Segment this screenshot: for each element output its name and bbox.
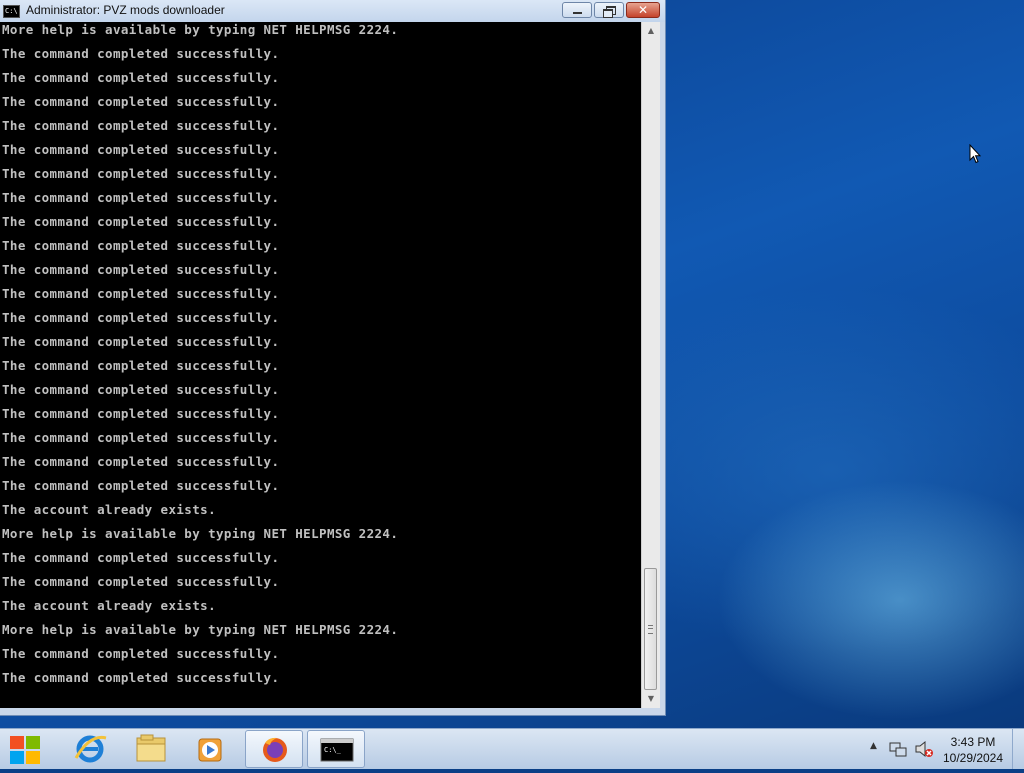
console-line: The command completed successfully. — [2, 46, 280, 61]
windows-logo-icon-green — [26, 736, 40, 749]
taskbar-media-player[interactable] — [181, 730, 239, 768]
restore-icon-front — [603, 9, 613, 18]
vertical-scrollbar[interactable]: ▲ ▼ — [641, 22, 660, 708]
scroll-down-arrow-icon[interactable]: ▼ — [642, 690, 660, 708]
console-line: The command completed successfully. — [2, 142, 280, 157]
start-button[interactable] — [8, 735, 42, 765]
volume-muted-icon[interactable] — [914, 739, 934, 759]
console-icon-text: C:\ — [5, 7, 18, 15]
console-line: More help is available by typing NET HEL… — [2, 22, 399, 37]
console-line: The command completed successfully. — [2, 118, 280, 133]
clock-time: 3:43 PM — [950, 735, 996, 749]
console-line: The command completed successfully. — [2, 358, 280, 373]
close-icon: ✕ — [637, 3, 649, 17]
show-hidden-icons-icon[interactable]: ▲ — [870, 741, 877, 751]
taskbar-internet-explorer[interactable] — [62, 730, 120, 768]
console-window[interactable]: C:\ Administrator: PVZ mods downloader ✕… — [0, 0, 666, 716]
console-line: The command completed successfully. — [2, 262, 280, 277]
network-icon[interactable] — [888, 739, 908, 759]
console-line: The command completed successfully. — [2, 550, 280, 565]
window-titlebar[interactable]: C:\ Administrator: PVZ mods downloader ✕ — [0, 0, 665, 22]
console-line: The command completed successfully. — [2, 70, 280, 85]
clock-date: 10/29/2024 — [942, 751, 1004, 765]
show-desktop-button[interactable] — [1012, 729, 1024, 769]
console-line: The command completed successfully. — [2, 382, 280, 397]
console-line: The command completed successfully. — [2, 286, 280, 301]
console-line: The command completed successfully. — [2, 454, 280, 469]
thumb-grip-icon — [648, 625, 653, 634]
console-line: The command completed successfully. — [2, 166, 280, 181]
minimize-icon — [573, 12, 582, 14]
taskbar-file-explorer[interactable] — [121, 730, 179, 768]
file-explorer-icon — [136, 734, 166, 762]
console-line: The command completed successfully. — [2, 406, 280, 421]
console-line: More help is available by typing NET HEL… — [2, 622, 399, 637]
console-app-icon[interactable]: C:\ — [3, 5, 20, 18]
firefox-icon — [263, 737, 287, 762]
minimize-button[interactable] — [562, 2, 592, 18]
console-line: The command completed successfully. — [2, 670, 280, 685]
taskbar-firefox[interactable] — [245, 730, 303, 768]
console-line: The command completed successfully. — [2, 478, 280, 493]
close-button[interactable]: ✕ — [626, 2, 660, 18]
internet-explorer-icon — [74, 735, 107, 763]
console-line: The command completed successfully. — [2, 94, 280, 109]
console-line: The command completed successfully. — [2, 214, 280, 229]
system-tray: ▲ — [868, 729, 938, 769]
console-line: The account already exists. — [2, 502, 216, 517]
taskbar: C:\_ ▲ 3:43 PM 10/29/2024 — [0, 728, 1024, 769]
console-line: The command completed successfully. — [2, 574, 280, 589]
windows-logo-icon — [10, 736, 24, 749]
scroll-up-arrow-icon[interactable]: ▲ — [642, 22, 660, 40]
scroll-thumb[interactable] — [644, 568, 657, 690]
windows-logo-icon-yellow — [26, 751, 40, 764]
console-line: The command completed successfully. — [2, 430, 280, 445]
clock[interactable]: 3:43 PM 10/29/2024 — [938, 734, 1008, 766]
console-line: The account already exists. — [2, 598, 216, 613]
console-line: The command completed successfully. — [2, 646, 280, 661]
restore-button[interactable] — [594, 2, 624, 18]
svg-text:C:\_: C:\_ — [324, 746, 342, 754]
console-line: The command completed successfully. — [2, 310, 280, 325]
console-line: More help is available by typing NET HEL… — [2, 526, 399, 541]
console-line: The command completed successfully. — [2, 334, 280, 349]
console-line: The command completed successfully. — [2, 190, 280, 205]
media-player-icon — [198, 738, 222, 762]
taskbar-command-prompt[interactable]: C:\_ — [307, 730, 365, 768]
command-prompt-icon: C:\_ — [320, 738, 354, 762]
windows-logo-icon-blue — [10, 751, 24, 764]
window-title: Administrator: PVZ mods downloader — [26, 3, 225, 17]
console-output[interactable]: More help is available by typing NET HEL… — [0, 22, 641, 708]
mouse-cursor-icon — [969, 144, 981, 164]
console-line: The command completed successfully. — [2, 238, 280, 253]
